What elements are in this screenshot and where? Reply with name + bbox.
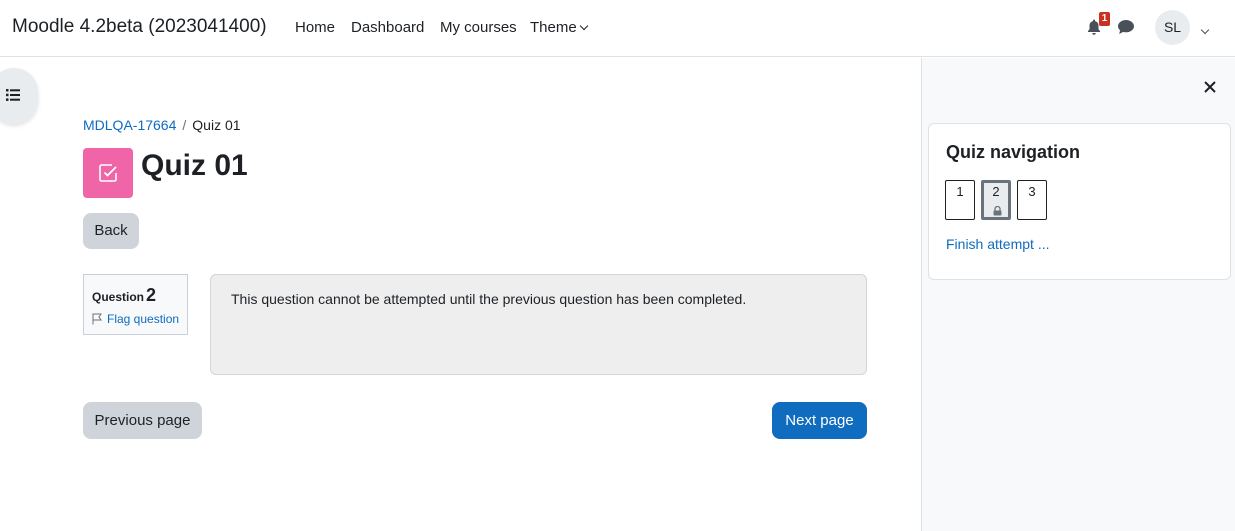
question-content: This question cannot be attempted until … — [210, 274, 867, 375]
flag-question-label: Flag question — [107, 312, 180, 326]
quiz-navigation-title: Quiz navigation — [946, 142, 1081, 162]
breadcrumb-course-link[interactable]: MDLQA-17664 — [83, 117, 176, 133]
top-navbar: Moodle 4.2beta (2023041400) Home Dashboa… — [0, 0, 1235, 57]
question-info: Question 2 Flag question — [83, 274, 188, 335]
flag-icon — [92, 313, 102, 325]
breadcrumb: MDLQA-17664 / Quiz 01 — [83, 117, 241, 133]
flag-question-link[interactable]: Flag question — [92, 312, 179, 326]
nav-home[interactable]: Home — [295, 19, 335, 36]
close-icon[interactable] — [1202, 79, 1218, 95]
previous-page-button[interactable]: Previous page — [83, 402, 202, 439]
avatar[interactable]: SL — [1155, 10, 1190, 45]
site-brand[interactable]: Moodle 4.2beta (2023041400) — [12, 16, 267, 38]
nav-theme-label: Theme — [530, 19, 577, 36]
user-menu-chevron-icon[interactable] — [1198, 23, 1210, 41]
notification-badge: 1 — [1099, 12, 1110, 26]
question-label-text: Question — [92, 290, 145, 304]
checkbox-icon — [99, 164, 117, 182]
list-icon — [6, 89, 20, 101]
quiz-nav-question-2-label: 2 — [992, 184, 1000, 199]
quiz-nav-question-3[interactable]: 3 — [1017, 180, 1047, 220]
quiz-nav-question-2[interactable]: 2 — [981, 180, 1011, 220]
chevron-down-icon — [579, 21, 588, 31]
back-button[interactable]: Back — [83, 213, 139, 249]
question-text: This question cannot be attempted until … — [231, 291, 747, 307]
breadcrumb-separator: / — [182, 117, 187, 133]
next-page-button[interactable]: Next page — [772, 402, 867, 439]
right-drawer: Quiz navigation 1 2 3 Finish attempt ... — [921, 58, 1235, 531]
quiz-activity-icon — [83, 148, 133, 198]
course-index-toggle[interactable] — [0, 68, 38, 124]
quiz-navigation-block: Quiz navigation 1 2 3 Finish attempt ... — [928, 123, 1231, 280]
finish-attempt-link[interactable]: Finish attempt ... — [946, 236, 1049, 252]
nav-theme[interactable]: Theme — [530, 19, 588, 36]
question-label: Question 2 — [92, 285, 156, 306]
chat-icon[interactable] — [1117, 19, 1135, 35]
question-number: 2 — [146, 285, 157, 305]
nav-dashboard[interactable]: Dashboard — [351, 19, 424, 36]
quiz-nav-question-1[interactable]: 1 — [945, 180, 975, 220]
lock-icon — [993, 206, 1002, 216]
breadcrumb-current: Quiz 01 — [192, 117, 241, 133]
nav-my-courses[interactable]: My courses — [440, 19, 517, 36]
page-title: Quiz 01 — [141, 149, 248, 182]
